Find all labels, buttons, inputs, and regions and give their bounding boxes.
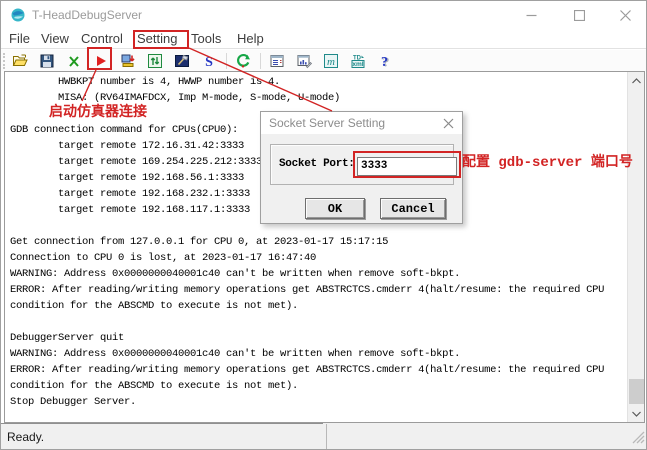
window-title: T-HeadDebugServer <box>32 8 142 22</box>
console-line <box>10 314 625 330</box>
memory-window-icon[interactable] <box>292 51 316 71</box>
menu-item-file[interactable]: File <box>9 31 30 46</box>
console-line: WARNING: Address 0x0000000040001c40 can'… <box>10 266 625 282</box>
dialog-close-icon[interactable] <box>440 116 456 130</box>
toolbar-separator <box>260 53 261 69</box>
app-window: T-HeadDebugServer File View Control Setting… <box>0 0 647 450</box>
cancel-button[interactable]: Cancel <box>380 198 446 219</box>
port-group-box: Socket Port: <box>270 144 454 185</box>
console-line: DebuggerServer quit <box>10 330 625 346</box>
status-message: Ready. <box>7 430 44 444</box>
console-line: Connection to CPU 0 is lost, at 2023-01-… <box>10 250 625 266</box>
mcu-m-icon[interactable]: m <box>319 51 343 71</box>
step-s-icon[interactable]: S <box>197 51 221 71</box>
save-icon[interactable] <box>35 51 59 71</box>
open-file-icon[interactable] <box>8 51 32 71</box>
console-line: condition for the ABSCMD to execute is n… <box>10 298 625 314</box>
register-list-icon[interactable] <box>265 51 289 71</box>
console-line: ERROR: After reading/writing memory oper… <box>10 282 625 298</box>
help-icon[interactable]: ? ? <box>373 51 397 71</box>
scroll-up-icon[interactable] <box>628 72 645 89</box>
menu-item-help[interactable]: Help <box>237 31 264 46</box>
console-line: condition for the ABSCMD to execute is n… <box>10 378 625 394</box>
port-note-annotation: 配置 gdb-server 端口号 <box>462 151 633 171</box>
app-logo-icon <box>10 7 26 23</box>
menu-bar: File View Control Setting Tools Help <box>1 29 646 49</box>
toolbar-separator <box>226 53 227 69</box>
stop-debug-icon[interactable] <box>62 51 86 71</box>
refresh-icon[interactable] <box>143 51 167 71</box>
socket-port-input[interactable] <box>357 157 457 176</box>
dialog-title: Socket Server Setting <box>269 116 385 130</box>
port-annotation-box <box>353 151 461 178</box>
toolbar: S <box>1 50 646 71</box>
menu-item-view[interactable]: View <box>41 31 69 46</box>
minimize-button[interactable] <box>508 1 554 29</box>
status-divider <box>326 424 327 450</box>
svg-text:?: ? <box>381 54 388 68</box>
svg-text:S: S <box>205 55 213 69</box>
console-line: Get connection from 127.0.0.1 for CPU 0,… <box>10 234 625 250</box>
scrollbar-thumb[interactable] <box>629 379 644 404</box>
console-line: WARNING: Address 0x0000000040001c40 can'… <box>10 346 625 362</box>
build-hammer-icon[interactable] <box>170 51 194 71</box>
vertical-scrollbar[interactable] <box>627 72 644 422</box>
scroll-down-icon[interactable] <box>628 405 645 422</box>
dialog-title-bar[interactable]: Socket Server Setting <box>261 112 462 134</box>
menu-item-control[interactable]: Control <box>81 31 123 46</box>
resize-grip-icon[interactable] <box>632 431 645 449</box>
status-bar: Ready. <box>1 423 646 450</box>
menu-item-tools[interactable]: Tools <box>191 31 221 46</box>
console-line: ERROR: After reading/writing memory oper… <box>10 362 625 378</box>
xml-td-icon[interactable]: TD xml <box>346 51 370 71</box>
connect-target-icon[interactable] <box>116 51 140 71</box>
menu-item-setting[interactable]: Setting <box>137 31 177 46</box>
svg-text:xml: xml <box>352 61 363 68</box>
socket-port-label: Socket Port: <box>279 145 355 184</box>
close-button[interactable] <box>602 1 647 29</box>
title-bar[interactable]: T-HeadDebugServer <box>1 1 646 29</box>
start-debug-icon[interactable] <box>89 51 113 71</box>
restart-power-icon[interactable] <box>231 51 255 71</box>
console-line: Stop Debugger Server. <box>10 394 625 410</box>
socket-server-dialog: Socket Server Setting Socket Port: OK Ca… <box>260 111 463 224</box>
svg-text:m: m <box>327 56 335 68</box>
console-line: MISA: (RV64IMAFDCX, Imp M-mode, S-mode, … <box>10 90 625 106</box>
maximize-button[interactable] <box>556 1 602 29</box>
status-panel-left: Ready. <box>1 423 323 450</box>
ok-button[interactable]: OK <box>305 198 365 219</box>
console-line: HWBKPT number is 4, HWWP number is 4. <box>10 74 625 90</box>
